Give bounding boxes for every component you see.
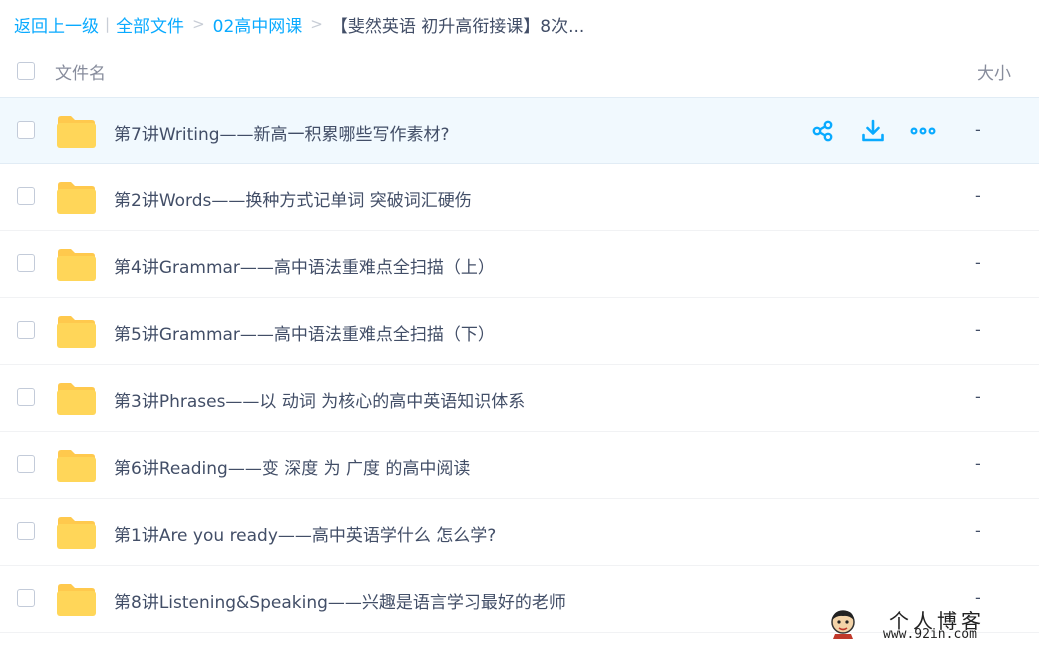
- file-list: 第7讲Writing——新高一积累哪些写作素材? - 第2讲Words——换种方…: [0, 97, 1039, 633]
- folder-icon: [57, 517, 96, 549]
- share-icon[interactable]: [810, 118, 836, 144]
- file-row[interactable]: 第6讲Reading——变 深度 为 广度 的高中阅读 -: [0, 432, 1039, 499]
- row-actions: [810, 118, 936, 144]
- file-name[interactable]: 第2讲Words——换种方式记单词 突破词汇硬伤: [114, 186, 472, 211]
- file-name[interactable]: 第7讲Writing——新高一积累哪些写作素材?: [114, 120, 450, 145]
- file-row[interactable]: 第1讲Are you ready——高中英语学什么 怎么学? -: [0, 499, 1039, 566]
- breadcrumb-divider: |: [105, 15, 111, 33]
- folder-icon: [57, 383, 96, 415]
- file-name[interactable]: 第5讲Grammar——高中语法重难点全扫描（下）: [114, 320, 495, 345]
- column-header-name[interactable]: 文件名: [55, 59, 106, 84]
- back-link[interactable]: 返回上一级: [14, 12, 99, 37]
- chevron-right-icon: >: [310, 15, 323, 33]
- row-checkbox[interactable]: [17, 388, 35, 406]
- file-size: -: [975, 521, 981, 540]
- file-size: -: [975, 186, 981, 205]
- folder-icon: [57, 316, 96, 348]
- chevron-right-icon: >: [192, 15, 205, 33]
- file-list-header: 文件名 大小: [0, 48, 1039, 96]
- select-all-checkbox[interactable]: [17, 62, 35, 80]
- cartoon-avatar-icon: [831, 610, 855, 639]
- row-checkbox[interactable]: [17, 187, 35, 205]
- file-size: -: [975, 120, 981, 139]
- folder-icon: [57, 584, 96, 616]
- file-name[interactable]: 第8讲Listening&Speaking——兴趣是语言学习最好的老师: [114, 588, 566, 613]
- watermark-url: www.92in.com: [883, 627, 977, 642]
- breadcrumb: 返回上一级 | 全部文件 > 02高中网课 > 【斐然英语 初升高衔接课】8次.…: [14, 12, 585, 37]
- watermark: 个人博客 www.92in.com: [829, 605, 1019, 645]
- folder-icon: [57, 182, 96, 214]
- file-size: -: [975, 253, 981, 272]
- row-checkbox[interactable]: [17, 455, 35, 473]
- column-header-size[interactable]: 大小: [977, 59, 1011, 84]
- folder-icon: [57, 116, 96, 148]
- file-name[interactable]: 第3讲Phrases——以 动词 为核心的高中英语知识体系: [114, 387, 525, 412]
- file-row[interactable]: 第7讲Writing——新高一积累哪些写作素材? -: [0, 97, 1039, 164]
- folder-icon: [57, 450, 96, 482]
- file-row[interactable]: 第4讲Grammar——高中语法重难点全扫描（上） -: [0, 231, 1039, 298]
- more-icon[interactable]: [910, 118, 936, 144]
- current-folder-title: 【斐然英语 初升高衔接课】8次...: [330, 16, 585, 37]
- file-row[interactable]: 第2讲Words——换种方式记单词 突破词汇硬伤 -: [0, 164, 1039, 231]
- all-files-link[interactable]: 全部文件: [116, 12, 184, 37]
- file-name[interactable]: 第6讲Reading——变 深度 为 广度 的高中阅读: [114, 454, 470, 479]
- file-size: -: [975, 454, 981, 473]
- file-row[interactable]: 第3讲Phrases——以 动词 为核心的高中英语知识体系 -: [0, 365, 1039, 432]
- file-size: -: [975, 320, 981, 339]
- row-checkbox[interactable]: [17, 121, 35, 139]
- row-checkbox[interactable]: [17, 522, 35, 540]
- row-checkbox[interactable]: [17, 321, 35, 339]
- row-checkbox[interactable]: [17, 589, 35, 607]
- file-size: -: [975, 387, 981, 406]
- download-icon[interactable]: [860, 118, 886, 144]
- file-name[interactable]: 第4讲Grammar——高中语法重难点全扫描（上）: [114, 253, 495, 278]
- file-name[interactable]: 第1讲Are you ready——高中英语学什么 怎么学?: [114, 521, 496, 546]
- folder-link[interactable]: 02高中网课: [213, 12, 303, 37]
- file-row[interactable]: 第5讲Grammar——高中语法重难点全扫描（下） -: [0, 298, 1039, 365]
- row-checkbox[interactable]: [17, 254, 35, 272]
- folder-icon: [57, 249, 96, 281]
